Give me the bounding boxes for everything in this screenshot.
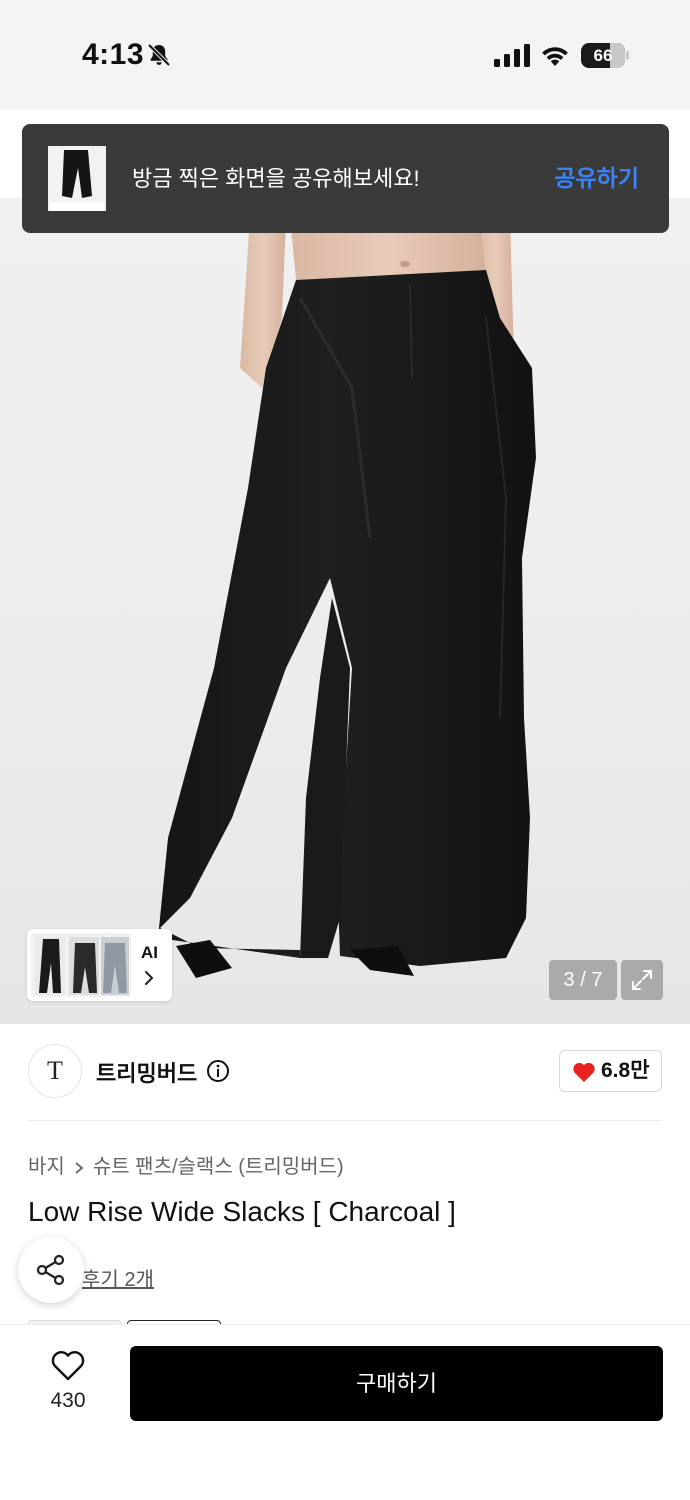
info-icon[interactable] (206, 1059, 230, 1083)
breadcrumb-category[interactable]: 바지 (28, 1156, 65, 1178)
breadcrumb: 바지 슈트 팬츠/슬랙스 (트리밍버드) (28, 1150, 344, 1179)
ai-similar-items[interactable]: AI (27, 929, 172, 1001)
battery-icon: 66 (581, 43, 629, 68)
cellular-signal-icon (494, 44, 530, 67)
share-action-button[interactable]: 공유하기 (554, 124, 639, 233)
share-icon (36, 1254, 65, 1286)
brand-like-count: 6.8만 (601, 1059, 650, 1082)
product-photo (158, 218, 536, 978)
toast-message: 방금 찍은 화면을 공유해보세요! (132, 166, 420, 191)
screenshot-thumbnail (48, 146, 106, 211)
image-counter: 3 / 7 (549, 960, 617, 1000)
battery-percent: 66 (593, 46, 613, 65)
breadcrumb-subcategory[interactable]: 슈트 팬츠/슬랙스 (트리밍버드) (93, 1156, 344, 1178)
expand-icon (632, 970, 652, 990)
brand-name[interactable]: 트리밍버드 (96, 1056, 197, 1088)
wish-count: 430 (50, 1389, 86, 1412)
product-image[interactable]: AI 3 / 7 (0, 198, 690, 1024)
ai-label: AI (141, 943, 158, 962)
heart-outline-icon[interactable] (50, 1350, 86, 1382)
expand-button[interactable] (621, 960, 663, 1000)
status-bar: 4:13 66 (0, 0, 690, 110)
divider (28, 1120, 662, 1121)
review-link[interactable]: 후기 2개 (82, 1263, 154, 1292)
share-button[interactable] (18, 1237, 84, 1303)
wifi-icon (542, 47, 568, 66)
brand-like-button[interactable]: 6.8만 (559, 1050, 662, 1092)
share-toast[interactable]: 방금 찍은 화면을 공유해보세요! 공유하기 (22, 124, 669, 233)
brand-logo[interactable]: T (28, 1044, 82, 1098)
buy-button[interactable]: 구매하기 (130, 1346, 663, 1421)
status-time: 4:13 (82, 38, 145, 71)
bell-slash-icon (147, 43, 171, 67)
chevron-right-icon (145, 971, 153, 985)
chevron-right-icon (75, 1162, 84, 1174)
product-title: Low Rise Wide Slacks [ Charcoal ] (28, 1196, 456, 1227)
heart-filled-icon (573, 1062, 595, 1082)
ai-thumbnail-strip (31, 933, 131, 997)
